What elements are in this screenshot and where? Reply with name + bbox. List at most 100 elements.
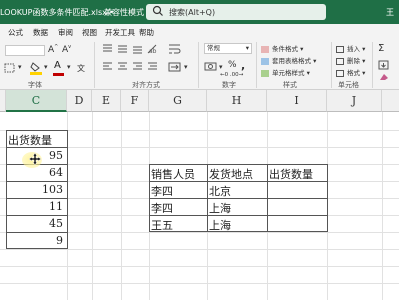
lookup-location[interactable]: 上海: [209, 200, 231, 216]
comma-style-icon[interactable]: ,: [241, 59, 245, 72]
chevron-down-icon: ▾: [245, 44, 249, 52]
fill-down-icon[interactable]: [378, 60, 390, 70]
conditional-format-button[interactable]: 条件格式 ▾: [261, 43, 303, 53]
group-divider: [372, 42, 373, 88]
lookup-salesperson[interactable]: 李四: [151, 183, 173, 199]
cell-styles-button[interactable]: 单元格样式 ▾: [261, 67, 310, 77]
column-header-c[interactable]: C: [6, 90, 67, 112]
format-as-table-button[interactable]: 套用表格格式 ▾: [261, 55, 316, 65]
cell-c-value[interactable]: 103: [8, 183, 63, 196]
column-header-h[interactable]: H: [207, 90, 267, 112]
cells-group-label: 单元格: [338, 81, 359, 89]
currency-dropdown-icon[interactable]: ▾: [219, 63, 223, 71]
gridline: [382, 112, 383, 300]
window-title: LOOKUP函数多条件匹配.xlsx •: [0, 7, 114, 18]
font-color-icon[interactable]: A: [54, 60, 61, 71]
lookup-header-location[interactable]: 发货地点: [209, 166, 253, 182]
horizontal-align-icons[interactable]: [102, 61, 162, 73]
cell-c-value[interactable]: 64: [8, 166, 63, 179]
comma-label: ,: [241, 59, 246, 72]
search-icon: [152, 5, 163, 16]
column-header-g[interactable]: G: [149, 90, 207, 112]
column-header-d[interactable]: D: [67, 90, 92, 112]
currency-format-icon[interactable]: [204, 61, 218, 73]
group-divider: [331, 42, 332, 88]
lookup-header-salesperson[interactable]: 销售人员: [151, 166, 195, 182]
font-color-swatch: [53, 73, 64, 76]
tab-developer[interactable]: 开发工具: [105, 27, 135, 38]
tab-review[interactable]: 审阅: [58, 27, 73, 38]
format-as-table-label: 套用表格格式: [272, 57, 311, 65]
lookup-header-quantity[interactable]: 出货数量: [269, 166, 313, 182]
column-header-e[interactable]: E: [92, 90, 121, 112]
tab-help[interactable]: 帮助: [139, 27, 154, 38]
font-size-dropdown[interactable]: [5, 45, 45, 56]
alignment-group-label: 对齐方式: [132, 81, 160, 89]
column-header-j[interactable]: J: [327, 90, 382, 112]
cell-c-value[interactable]: 9: [8, 234, 63, 247]
ribbon-tabs: 公式 数据 审阅 视图 开发工具 帮助: [0, 24, 399, 39]
number-group-label: 数字: [222, 81, 236, 89]
font-color-dropdown-icon[interactable]: ▾: [67, 63, 71, 71]
font-color-letter: A: [54, 60, 61, 71]
decrease-font-icon[interactable]: Av: [62, 44, 71, 55]
percent-label: %: [228, 60, 237, 70]
data-block-line: [6, 181, 68, 182]
lookup-table-line: [207, 164, 208, 232]
tab-formulas[interactable]: 公式: [8, 27, 23, 38]
lookup-location[interactable]: 上海: [209, 217, 231, 233]
percent-style-icon[interactable]: %: [228, 60, 237, 70]
tab-data[interactable]: 数据: [33, 27, 48, 38]
column-header-i[interactable]: I: [267, 90, 327, 112]
format-cells-button[interactable]: 格式 ▾: [336, 67, 365, 77]
styles-group-label: 样式: [283, 81, 297, 89]
merge-center-icon[interactable]: [168, 61, 182, 73]
user-avatar[interactable]: 王: [386, 7, 394, 18]
format-label: 格式: [347, 69, 360, 77]
cell-styles-icon: [261, 69, 269, 77]
column-header-f[interactable]: F: [121, 90, 149, 112]
autosum-icon[interactable]: Σ: [378, 43, 384, 54]
delete-label: 删除: [347, 57, 360, 65]
lookup-table-line: [149, 198, 328, 199]
cell-c-value[interactable]: 11: [8, 200, 63, 213]
insert-cells-button[interactable]: 插入 ▾: [336, 43, 365, 53]
decimal-buttons-icon[interactable]: ←0 .00→: [220, 72, 243, 78]
lookup-salesperson[interactable]: 王五: [151, 217, 173, 233]
phonetic-icon[interactable]: 文: [77, 63, 85, 74]
merge-dropdown-icon[interactable]: ▾: [184, 63, 188, 71]
format-icon: [336, 69, 344, 77]
insert-icon: [336, 45, 344, 53]
wrap-text-icon[interactable]: [168, 43, 182, 55]
column-header-k[interactable]: [382, 90, 399, 112]
lookup-table-line: [267, 164, 268, 232]
search-box[interactable]: 搜索(Alt+Q): [146, 4, 326, 20]
cell-c-value[interactable]: 45: [8, 217, 63, 230]
cell-styles-label: 单元格样式: [272, 69, 305, 77]
number-format-dropdown[interactable]: 常规 ▾: [204, 43, 252, 54]
group-divider: [198, 42, 199, 88]
clear-icon[interactable]: [378, 72, 390, 82]
lookup-salesperson[interactable]: 李四: [151, 200, 173, 216]
lookup-table-line: [149, 215, 328, 216]
move-cursor-icon: [29, 153, 41, 165]
tab-view[interactable]: 视图: [82, 27, 97, 38]
title-bar: LOOKUP函数多条件匹配.xlsx • 兼容性模式 ⌄ 搜索(Alt+Q) 王: [0, 0, 399, 24]
increase-font-icon[interactable]: A^: [48, 44, 58, 55]
svg-text:ab: ab: [149, 48, 157, 55]
group-divider: [256, 42, 257, 88]
delete-cells-button[interactable]: 删除 ▾: [336, 55, 365, 65]
compat-mode-label: 兼容性模式: [104, 8, 144, 17]
lookup-location[interactable]: 北京: [209, 183, 231, 199]
borders-dropdown-icon[interactable]: ▾: [18, 63, 22, 71]
gridline: [92, 112, 93, 300]
vertical-align-icons[interactable]: ab: [102, 43, 162, 55]
data-block-line: [6, 232, 68, 233]
fill-color-dropdown-icon[interactable]: ▾: [44, 63, 48, 71]
fill-color-icon[interactable]: [30, 61, 42, 75]
conditional-format-icon: [261, 45, 269, 53]
cell-c-header[interactable]: 出货数量: [8, 132, 52, 148]
group-divider: [94, 42, 95, 88]
borders-icon[interactable]: [4, 63, 16, 73]
data-block-line: [6, 198, 68, 199]
